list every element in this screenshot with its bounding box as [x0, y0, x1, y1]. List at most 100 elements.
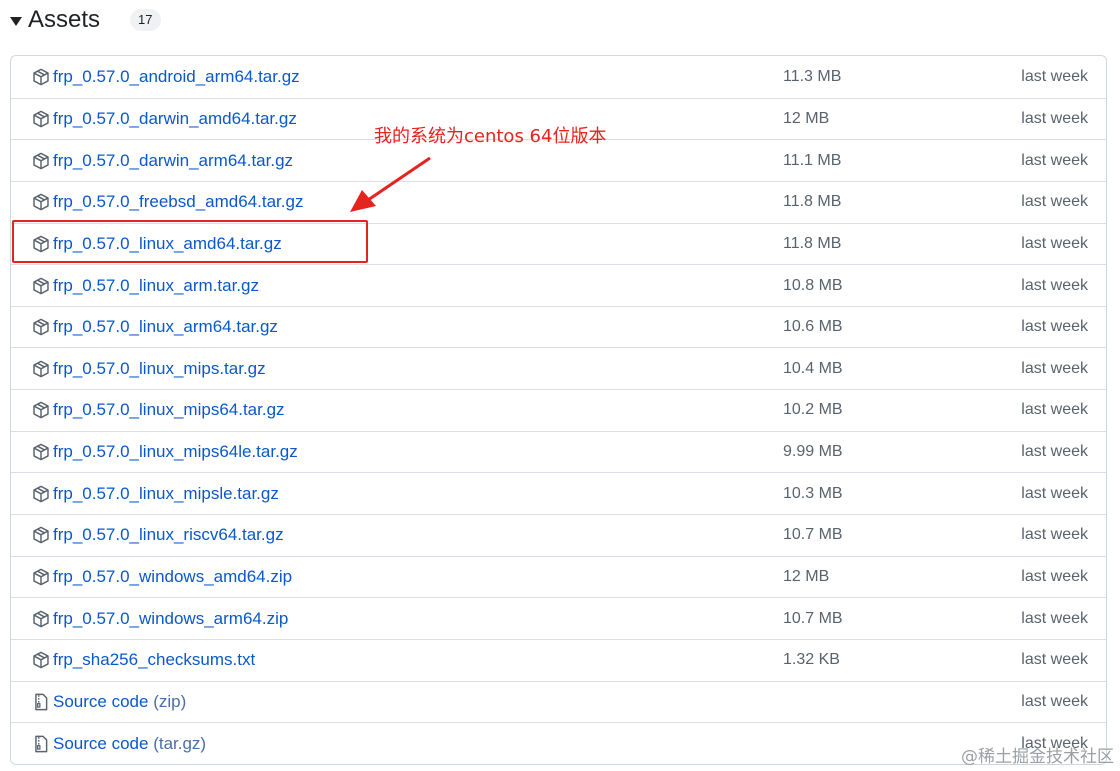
package-icon	[32, 110, 50, 128]
package-icon	[32, 651, 50, 669]
file-zip-icon	[32, 693, 50, 711]
assets-list: frp_0.57.0_android_arm64.tar.gz 11.3 MB la…	[10, 55, 1107, 765]
asset-row: frp_0.57.0_linux_amd64.tar.gz 11.8 MB last…	[11, 222, 1106, 265]
asset-date: last week	[1021, 193, 1088, 211]
package-icon	[32, 443, 50, 461]
asset-row: frp_0.57.0_android_arm64.tar.gz 11.3 MB la…	[11, 56, 1106, 98]
asset-row: Source code (zip) last week	[11, 680, 1106, 723]
asset-date: last week	[1021, 484, 1088, 502]
asset-name: frp_0.57.0_freebsd_amd64.tar.gz	[53, 192, 304, 212]
asset-date: last week	[1021, 67, 1088, 85]
asset-link[interactable]: frp_0.57.0_freebsd_amd64.tar.gz	[53, 192, 303, 212]
asset-name: frp_0.57.0_android_arm64.tar.gz	[53, 66, 300, 86]
asset-name: frp_0.57.0_darwin_amd64.tar.gz	[53, 108, 297, 128]
asset-name: frp_0.57.0_windows_amd64.zip	[53, 567, 293, 586]
asset-link[interactable]: frp_0.57.0_windows_amd64.zip	[53, 567, 292, 587]
asset-row: frp_0.57.0_linux_arm64.tar.gz 10.6 MB last…	[11, 305, 1106, 348]
watermark: @稀土掘金技术社区	[961, 747, 1114, 767]
asset-link[interactable]: frp_0.57.0_linux_mips64.tar.gz	[53, 400, 285, 420]
asset-name: frp_0.57.0_linux_mips.tar.gz	[53, 358, 266, 378]
asset-size: 11.8 MB	[783, 234, 842, 252]
asset-date: last week	[1021, 609, 1088, 627]
asset-date: last week	[1021, 359, 1088, 377]
package-icon	[32, 610, 50, 628]
file-zip-icon	[32, 735, 50, 753]
asset-name: frp_0.57.0_linux_mipsle.tar.gz	[53, 483, 279, 503]
asset-name: Source code	[53, 733, 149, 753]
asset-size: 10.6 MB	[783, 318, 843, 336]
asset-date: last week	[1021, 692, 1088, 710]
asset-date: last week	[1021, 109, 1088, 127]
asset-name: frp_sha256_checksums.txt	[53, 650, 256, 670]
asset-row: frp_0.57.0_linux_mips.tar.gz 10.4 MB last …	[11, 347, 1106, 389]
package-icon	[32, 318, 50, 336]
asset-name: frp_0.57.0_linux_mips64.tar.gz	[53, 400, 285, 420]
asset-row: frp_0.57.0_linux_riscv64.tar.gz 10.7 MB la…	[11, 514, 1106, 556]
asset-date: last week	[1021, 443, 1088, 461]
asset-size: 11.8 MB	[783, 193, 842, 211]
asset-name-suffix: (tar.gz)	[153, 733, 207, 753]
asset-name: frp_0.57.0_linux_arm64.tar.gz	[53, 317, 278, 337]
asset-size: 12 MB	[783, 109, 830, 127]
asset-link[interactable]: frp_0.57.0_linux_riscv64.tar.gz	[53, 525, 284, 545]
asset-size: 10.2 MB	[783, 401, 843, 419]
package-icon	[32, 485, 50, 503]
asset-size: 10.7 MB	[783, 526, 843, 544]
asset-link[interactable]: Source code (tar.gz)	[53, 734, 206, 754]
asset-date: last week	[1021, 568, 1088, 585]
asset-link[interactable]: frp_0.57.0_darwin_arm64.tar.gz	[53, 151, 293, 171]
asset-link[interactable]: frp_sha256_checksums.txt	[53, 650, 255, 670]
asset-row: frp_0.57.0_linux_mips64le.tar.gz 9.99 MB l…	[11, 430, 1106, 473]
asset-link[interactable]: frp_0.57.0_linux_mips.tar.gz	[53, 359, 266, 379]
assets-count-badge: 17	[130, 9, 161, 31]
asset-name-suffix: (zip)	[153, 691, 187, 711]
caret-down-icon[interactable]	[10, 16, 22, 26]
asset-date: last week	[1021, 151, 1088, 169]
asset-name: frp_0.57.0_linux_amd64.tar.gz	[53, 233, 282, 253]
asset-size: 11.1 MB	[783, 151, 842, 169]
asset-size: 10.4 MB	[783, 359, 843, 377]
asset-name: frp_0.57.0_linux_arm.tar.gz	[53, 275, 260, 295]
asset-link[interactable]: frp_0.57.0_android_arm64.tar.gz	[53, 67, 300, 87]
asset-link[interactable]: frp_0.57.0_linux_arm64.tar.gz	[53, 317, 278, 337]
asset-size: 11.3 MB	[783, 67, 842, 85]
package-icon	[32, 526, 50, 544]
asset-row: frp_0.57.0_linux_mips64.tar.gz 10.2 MB las…	[11, 389, 1106, 431]
asset-size: 12 MB	[783, 568, 830, 585]
asset-link[interactable]: frp_0.57.0_darwin_amd64.tar.gz	[53, 109, 297, 129]
assets-title: Assets	[28, 6, 101, 33]
asset-date: last week	[1021, 651, 1088, 669]
asset-date: last week	[1021, 401, 1088, 419]
package-icon	[32, 401, 50, 419]
asset-size: 10.3 MB	[783, 484, 843, 502]
asset-link[interactable]: Source code (zip)	[53, 692, 186, 712]
asset-name: frp_0.57.0_linux_riscv64.tar.gz	[53, 525, 284, 545]
asset-link[interactable]: frp_0.57.0_linux_amd64.tar.gz	[53, 234, 282, 254]
asset-date: last week	[1021, 276, 1088, 294]
asset-name: frp_0.57.0_linux_mips64le.tar.gz	[53, 442, 298, 462]
package-icon	[32, 193, 50, 211]
asset-row: frp_sha256_checksums.txt 1.32 KB last week	[11, 638, 1106, 681]
asset-row: frp_0.57.0_freebsd_amd64.tar.gz 11.8 MB la…	[11, 180, 1106, 223]
asset-row: Source code (tar.gz) last week	[11, 722, 1106, 764]
asset-date: last week	[1021, 526, 1088, 544]
package-icon	[32, 235, 50, 253]
asset-date: last week	[1021, 318, 1088, 336]
asset-size: 1.32 KB	[783, 651, 840, 669]
asset-date: last week	[1021, 234, 1088, 252]
asset-size: 10.7 MB	[783, 609, 843, 627]
asset-name: frp_0.57.0_windows_arm64.zip	[53, 608, 289, 628]
asset-name: frp_0.57.0_darwin_arm64.tar.gz	[53, 150, 294, 170]
asset-link[interactable]: frp_0.57.0_linux_arm.tar.gz	[53, 276, 259, 296]
asset-size: 9.99 MB	[783, 443, 843, 461]
asset-row: frp_0.57.0_windows_amd64.zip 12 MB last we…	[11, 555, 1106, 598]
package-icon	[32, 568, 50, 586]
asset-link[interactable]: frp_0.57.0_linux_mipsle.tar.gz	[53, 484, 279, 504]
asset-link[interactable]: frp_0.57.0_windows_arm64.zip	[53, 609, 288, 629]
assets-header[interactable]: Assets 17	[10, 4, 161, 36]
package-icon	[32, 360, 50, 378]
asset-size: 10.8 MB	[783, 276, 843, 294]
package-icon	[32, 277, 50, 295]
package-icon	[32, 152, 50, 170]
asset-link[interactable]: frp_0.57.0_linux_mips64le.tar.gz	[53, 442, 298, 462]
